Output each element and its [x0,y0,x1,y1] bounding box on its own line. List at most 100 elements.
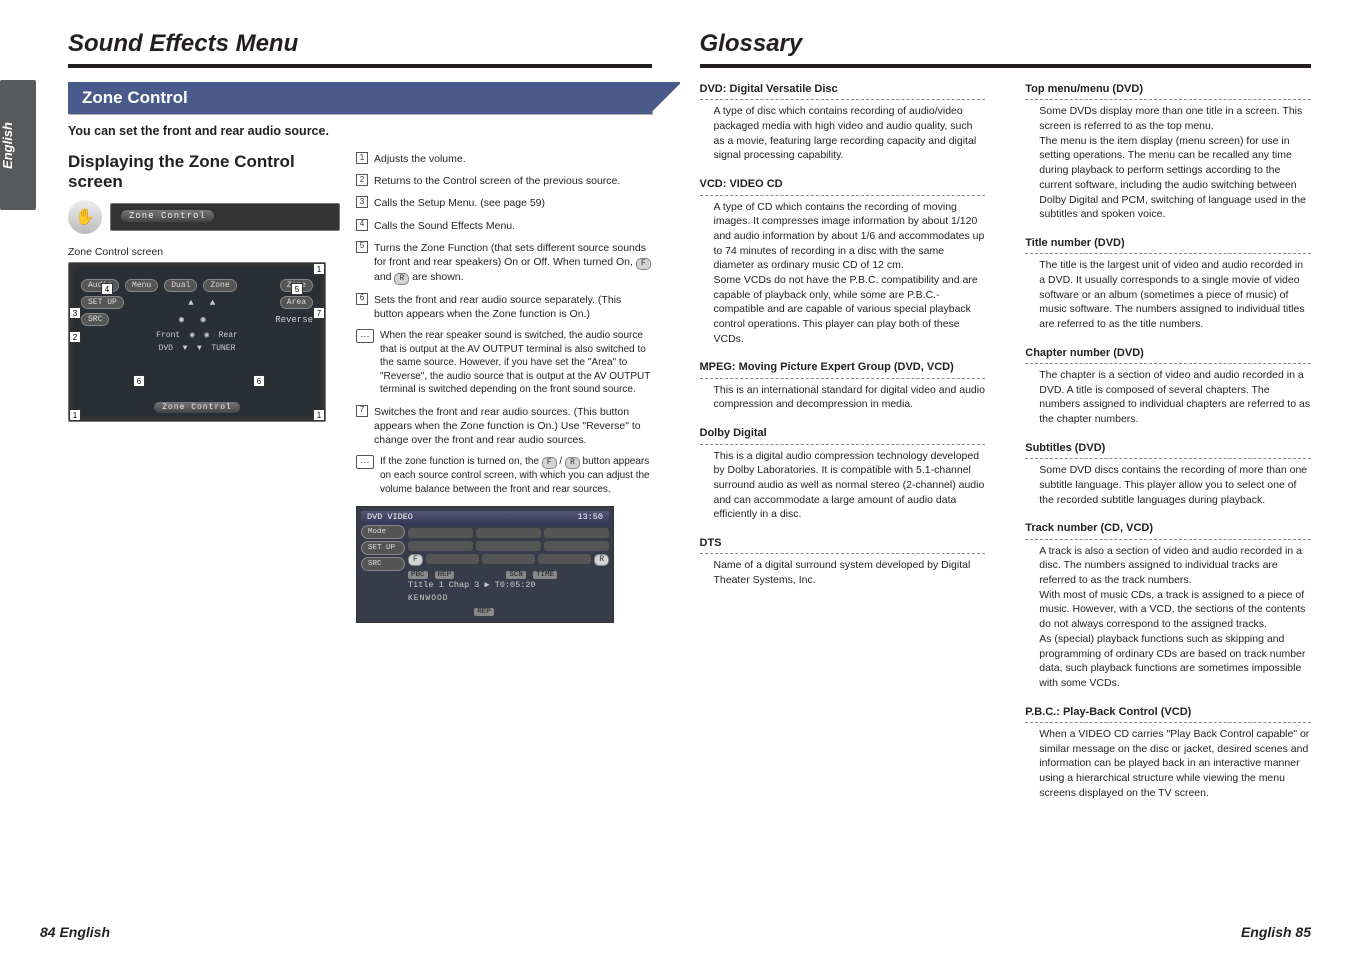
front-label: Front [156,331,180,340]
num-7: 7 [356,405,368,417]
glossary-definition: A type of disc which contains recording … [714,104,986,163]
right-column: 1 Adjusts the volume. 2 Returns to the Con… [356,152,652,623]
glossary-col-1: DVD: Digital Versatile Disc A type of dis… [700,82,986,800]
brand-label: KENWOOD [408,594,609,605]
dashed-rule [700,444,986,445]
note-6-text: When the rear speaker sound is switched,… [380,329,652,397]
page-number-left: 84 English [40,924,110,940]
list-item: 7 Switches the front and rear audio sourc… [356,405,652,448]
dvd-video-screen: DVD VIDEO 13:50 Mode SET UP SRC [356,506,614,623]
side-tab-label: English [0,122,15,169]
section-banner-text: Zone Control [82,88,188,107]
dvd-playback-line: Title 1 Chap 3 ▶ T0:05:20 [408,580,609,591]
f-balance-icon: F [408,554,423,566]
num-text-7: Switches the front and rear audio source… [374,405,652,448]
num-4: 4 [356,219,368,231]
mode-pill: Mode [361,525,405,539]
r-balance-icon: R [594,554,609,566]
lead-text: You can set the front and rear audio sou… [68,124,652,138]
title-rule-right [700,64,1312,68]
glossary-term: VCD: VIDEO CD [700,177,986,192]
list-item: 2 Returns to the Control screen of the pr… [356,174,652,188]
glossary-definition: A type of CD which contains the recordin… [714,200,986,347]
dashed-rule [700,195,986,196]
title-rule [68,64,652,68]
num-text-4: Calls the Sound Effects Menu. [374,219,652,233]
time-tag: TIME [533,571,557,579]
left-page: English Sound Effects Menu Zone Control … [0,0,676,954]
list-item: 3Calls the Setup Menu. (see page 59) [356,196,652,210]
glossary-col-2: Top menu/menu (DVD) Some DVDs display mor… [1025,82,1311,800]
glossary-definition: When a VIDEO CD carries "Play Back Contr… [1039,727,1311,800]
callout-3: 3 [69,307,81,319]
f-pill-icon: F [636,258,651,270]
setup-dvd-pill: SET UP [361,541,405,555]
language-side-tab: English [0,80,36,210]
num-1: 1 [356,152,368,164]
glossary-term: Top menu/menu (DVD) [1025,82,1311,97]
num-text-1: Adjusts the volume. [374,152,652,166]
setup-pill: SET UP [81,296,124,309]
right-page: Glossary DVD: Digital Versatile Disc A ty… [676,0,1351,954]
callout-5: 5 [291,283,303,295]
section-banner: Zone Control [68,82,652,114]
zc-footer: Zone Control [154,402,240,413]
num-text-6: Sets the front and rear audio source sep… [374,293,652,321]
glossary-definition: Some DVDs display more than one title in… [1039,104,1311,222]
num-6: 6 [356,293,368,305]
callout-1c: 1 [69,409,81,421]
glossary-term: Track number (CD, VCD) [1025,521,1311,536]
dashed-rule [700,99,986,100]
small-device-screen: Zone Control [110,203,340,231]
dvd-source-label: DVD [159,344,173,353]
rear-label: Rear [219,331,238,340]
left-column: Displaying the Zone Control screen ✋ Zon… [68,152,340,623]
num-text-5: Turns the Zone Function (that sets diffe… [374,241,652,285]
zone-control-screen: Audio Menu Dual Zone Zone SET UP ▲ ▲ Are… [68,262,326,422]
r-pill-icon: R [394,273,409,285]
dashed-rule [1025,253,1311,254]
dvd-video-time: 13:50 [577,512,603,523]
src-pill: SRC [81,313,109,326]
glossary-definition: The title is the largest unit of video a… [1039,258,1311,331]
r-pill-icon-2: R [565,457,580,469]
glossary-definition: Some DVD discs contains the recording of… [1039,463,1311,507]
glossary-definition: Name of a digital surround system develo… [714,558,986,587]
zone-header-pill: Zone [203,279,236,292]
note-7-text: If the zone function is turned on, the F… [380,455,652,496]
sub-heading: Displaying the Zone Control screen [68,152,340,192]
pbc-tag: PBC [408,571,428,579]
dashed-rule [700,553,986,554]
glossary-definition: This is a digital audio compression tech… [714,449,986,522]
callout-6b: 6 [253,375,265,387]
dashed-rule [700,378,986,379]
dashed-rule [1025,363,1311,364]
num-text-2: Returns to the Control screen of the pre… [374,174,652,188]
glossary-definition: The chapter is a section of video and au… [1039,368,1311,427]
f-pill-icon-2: F [542,457,557,469]
list-item: 6 Sets the front and rear audio source se… [356,293,652,321]
menu-pill: Menu [125,279,158,292]
glossary-term: Dolby Digital [700,426,986,441]
glossary-definition: This is an international standard for di… [714,383,986,412]
callout-4: 4 [101,283,113,295]
page-title-right: Glossary [700,30,1312,58]
rep-tag: REP [435,571,455,579]
glossary-term: MPEG: Moving Picture Expert Group (DVD, … [700,360,986,375]
audio-pill: Audio [81,279,119,292]
num-2: 2 [356,174,368,186]
src-dvd-pill: SRC [361,557,405,571]
list-item: 5Turns the Zone Function (that sets diff… [356,241,652,285]
dashed-rule [1025,539,1311,540]
callout-1b: 1 [313,409,325,421]
num-3: 3 [356,196,368,208]
glossary-term: Title number (DVD) [1025,236,1311,251]
list-item: 1 Adjusts the volume. [356,152,652,166]
page-number-right: English 85 [1241,924,1311,940]
note-icon-2: ⋯ [356,455,374,469]
area-pill: Area [280,296,313,309]
glossary-term: DVD: Digital Versatile Disc [700,82,986,97]
screen-label: Zone Control screen [68,246,340,258]
callout-1: 1 [313,263,325,275]
glossary-term: Chapter number (DVD) [1025,346,1311,361]
